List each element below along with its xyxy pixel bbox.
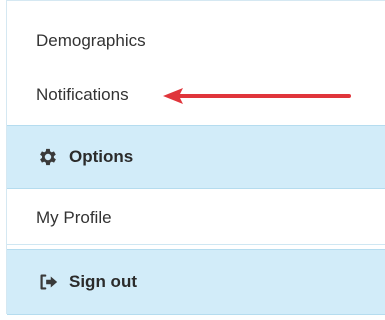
- red-arrow-annotation: [163, 88, 351, 104]
- menu-section-label: Sign out: [69, 272, 137, 291]
- sign-out-icon: [40, 274, 58, 290]
- menu-section-label: Options: [69, 147, 134, 166]
- side-menu: Demographics Notifications Options My Pr…: [6, 0, 385, 315]
- menu-section-options[interactable]: Options: [7, 125, 385, 189]
- menu-item-label: Demographics: [36, 31, 146, 50]
- menu-item-demographics[interactable]: Demographics: [7, 17, 385, 65]
- menu-item-label: Notifications: [36, 85, 129, 104]
- menu-item-my-profile[interactable]: My Profile: [7, 191, 385, 245]
- menu-section-sign-out[interactable]: Sign out: [7, 249, 385, 315]
- menu-item-label: My Profile: [36, 207, 112, 227]
- gear-icon: [40, 148, 56, 166]
